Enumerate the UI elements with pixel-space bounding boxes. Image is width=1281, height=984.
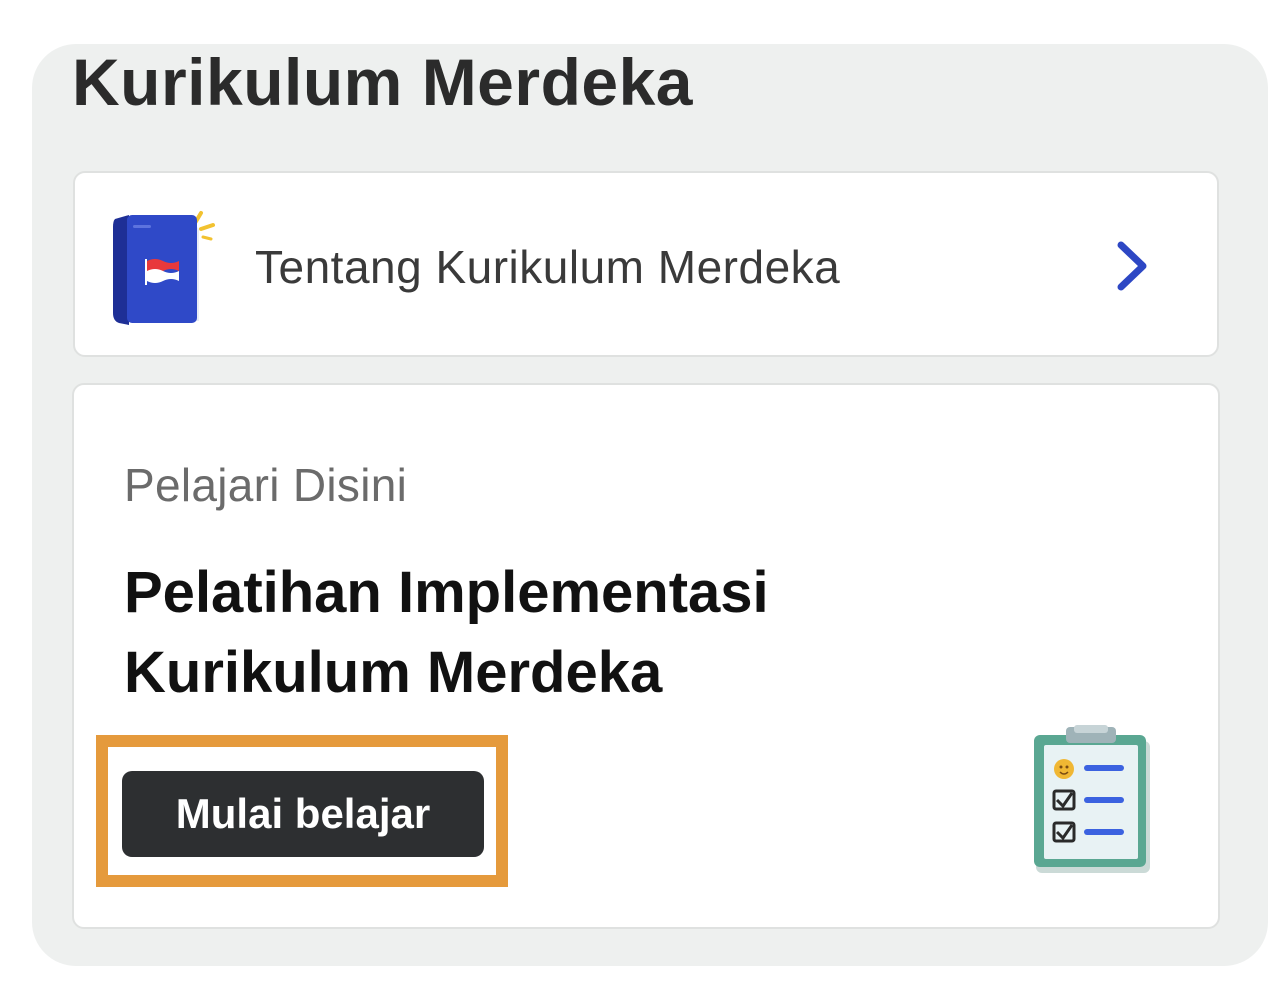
about-kurikulum-label: Tentang Kurikulum Merdeka (255, 241, 841, 293)
clipboard-icon (1034, 725, 1150, 873)
page-title: Kurikulum Merdeka (72, 45, 693, 119)
about-kurikulum-card[interactable]: Tentang Kurikulum Merdeka (73, 171, 1219, 357)
chevron-right-icon[interactable] (1113, 239, 1153, 293)
start-learning-button[interactable]: Mulai belajar (122, 771, 484, 857)
learn-eyebrow: Pelajari Disini (124, 459, 408, 511)
course-title: Pelatihan Implementasi Kurikulum Merdeka (124, 560, 769, 705)
learning-card: Pelajari Disini Pelatihan Implementasi K… (72, 383, 1220, 929)
book-icon (113, 211, 215, 325)
